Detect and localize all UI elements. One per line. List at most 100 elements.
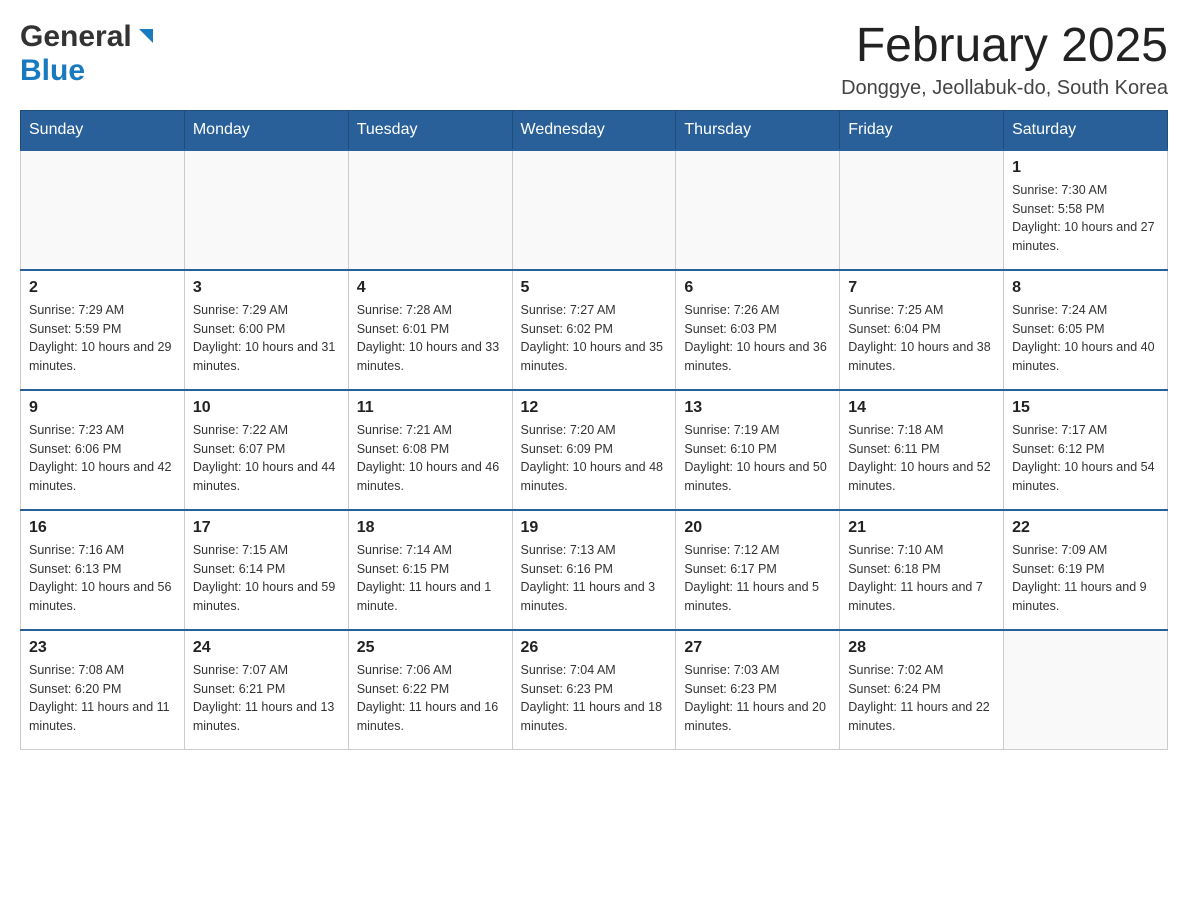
calendar-cell: 15Sunrise: 7:17 AM Sunset: 6:12 PM Dayli… — [1004, 390, 1168, 510]
calendar-header-row: SundayMondayTuesdayWednesdayThursdayFrid… — [21, 110, 1168, 150]
day-number: 6 — [684, 279, 831, 297]
day-number: 11 — [357, 399, 504, 417]
day-info: Sunrise: 7:04 AM Sunset: 6:23 PM Dayligh… — [521, 661, 668, 736]
day-number: 3 — [193, 279, 340, 297]
day-info: Sunrise: 7:14 AM Sunset: 6:15 PM Dayligh… — [357, 541, 504, 616]
calendar-cell: 17 Sunrise: 7:15 AM Sunset: 6:14 PM Dayli… — [184, 510, 348, 630]
calendar-cell: 23Sunrise: 7:08 AM Sunset: 6:20 PM Dayli… — [21, 630, 185, 750]
day-number: 7 — [848, 279, 995, 297]
calendar-cell: 10 Sunrise: 7:22 AM Sunset: 6:07 PM Dayli… — [184, 390, 348, 510]
day-info: Sunrise: 7:19 AM Sunset: 6:10 PM Dayligh… — [684, 421, 831, 496]
column-header-friday: Friday — [840, 110, 1004, 150]
day-info: Sunrise: 7:28 AM Sunset: 6:01 PM Dayligh… — [357, 301, 504, 376]
calendar-cell — [348, 150, 512, 270]
calendar-week-row: 23Sunrise: 7:08 AM Sunset: 6:20 PM Dayli… — [21, 630, 1168, 750]
day-info: Sunrise: 7:29 AM Sunset: 6:00 PM Dayligh… — [193, 301, 340, 376]
day-number: 10 — [193, 399, 340, 417]
page-header: General Blue February 2025 Donggye, Jeol… — [20, 20, 1168, 100]
day-number: 21 — [848, 519, 995, 537]
column-header-wednesday: Wednesday — [512, 110, 676, 150]
calendar-cell — [840, 150, 1004, 270]
day-number: 9 — [29, 399, 176, 417]
day-info: Sunrise: 7:13 AM Sunset: 6:16 PM Dayligh… — [521, 541, 668, 616]
day-info: Sunrise: 7:30 AM Sunset: 5:58 PM Dayligh… — [1012, 181, 1159, 256]
calendar-cell — [184, 150, 348, 270]
calendar-cell — [512, 150, 676, 270]
title-section: February 2025 Donggye, Jeollabuk-do, Sou… — [841, 20, 1168, 100]
day-number: 2 — [29, 279, 176, 297]
logo-general-text: General — [20, 20, 132, 54]
calendar-cell: 20 Sunrise: 7:12 AM Sunset: 6:17 PM Dayli… — [676, 510, 840, 630]
day-info: Sunrise: 7:10 AM Sunset: 6:18 PM Dayligh… — [848, 541, 995, 616]
day-info: Sunrise: 7:07 AM Sunset: 6:21 PM Dayligh… — [193, 661, 340, 736]
calendar-cell — [676, 150, 840, 270]
column-header-thursday: Thursday — [676, 110, 840, 150]
calendar-cell — [1004, 630, 1168, 750]
day-number: 16 — [29, 519, 176, 537]
column-header-tuesday: Tuesday — [348, 110, 512, 150]
logo: General Blue — [20, 20, 157, 88]
calendar-cell: 24 Sunrise: 7:07 AM Sunset: 6:21 PM Dayli… — [184, 630, 348, 750]
day-info: Sunrise: 7:09 AM Sunset: 6:19 PM Dayligh… — [1012, 541, 1159, 616]
column-header-saturday: Saturday — [1004, 110, 1168, 150]
day-number: 5 — [521, 279, 668, 297]
day-info: Sunrise: 7:21 AM Sunset: 6:08 PM Dayligh… — [357, 421, 504, 496]
day-info: Sunrise: 7:20 AM Sunset: 6:09 PM Dayligh… — [521, 421, 668, 496]
location-text: Donggye, Jeollabuk-do, South Korea — [841, 77, 1168, 100]
day-number: 24 — [193, 639, 340, 657]
calendar-cell: 25 Sunrise: 7:06 AM Sunset: 6:22 PM Dayli… — [348, 630, 512, 750]
day-number: 20 — [684, 519, 831, 537]
month-title: February 2025 — [841, 20, 1168, 73]
day-info: Sunrise: 7:17 AM Sunset: 6:12 PM Dayligh… — [1012, 421, 1159, 496]
column-header-sunday: Sunday — [21, 110, 185, 150]
day-number: 4 — [357, 279, 504, 297]
day-info: Sunrise: 7:15 AM Sunset: 6:14 PM Dayligh… — [193, 541, 340, 616]
day-number: 22 — [1012, 519, 1159, 537]
calendar-cell: 9Sunrise: 7:23 AM Sunset: 6:06 PM Daylig… — [21, 390, 185, 510]
day-number: 14 — [848, 399, 995, 417]
column-header-monday: Monday — [184, 110, 348, 150]
day-info: Sunrise: 7:02 AM Sunset: 6:24 PM Dayligh… — [848, 661, 995, 736]
day-number: 13 — [684, 399, 831, 417]
calendar-week-row: 16Sunrise: 7:16 AM Sunset: 6:13 PM Dayli… — [21, 510, 1168, 630]
day-info: Sunrise: 7:26 AM Sunset: 6:03 PM Dayligh… — [684, 301, 831, 376]
calendar-cell: 11 Sunrise: 7:21 AM Sunset: 6:08 PM Dayli… — [348, 390, 512, 510]
day-info: Sunrise: 7:18 AM Sunset: 6:11 PM Dayligh… — [848, 421, 995, 496]
day-info: Sunrise: 7:27 AM Sunset: 6:02 PM Dayligh… — [521, 301, 668, 376]
day-number: 17 — [193, 519, 340, 537]
day-number: 23 — [29, 639, 176, 657]
day-number: 8 — [1012, 279, 1159, 297]
calendar-cell: 7 Sunrise: 7:25 AM Sunset: 6:04 PM Daylig… — [840, 270, 1004, 390]
day-number: 19 — [521, 519, 668, 537]
day-number: 28 — [848, 639, 995, 657]
calendar-cell: 28 Sunrise: 7:02 AM Sunset: 6:24 PM Dayli… — [840, 630, 1004, 750]
day-number: 18 — [357, 519, 504, 537]
calendar-cell: 6 Sunrise: 7:26 AM Sunset: 6:03 PM Daylig… — [676, 270, 840, 390]
calendar-cell: 27 Sunrise: 7:03 AM Sunset: 6:23 PM Dayli… — [676, 630, 840, 750]
calendar-cell: 12 Sunrise: 7:20 AM Sunset: 6:09 PM Dayli… — [512, 390, 676, 510]
calendar-cell: 19 Sunrise: 7:13 AM Sunset: 6:16 PM Dayli… — [512, 510, 676, 630]
calendar-cell: 2Sunrise: 7:29 AM Sunset: 5:59 PM Daylig… — [21, 270, 185, 390]
day-number: 25 — [357, 639, 504, 657]
day-info: Sunrise: 7:06 AM Sunset: 6:22 PM Dayligh… — [357, 661, 504, 736]
calendar-cell — [21, 150, 185, 270]
day-info: Sunrise: 7:24 AM Sunset: 6:05 PM Dayligh… — [1012, 301, 1159, 376]
calendar-week-row: 1 Sunrise: 7:30 AM Sunset: 5:58 PM Daylig… — [21, 150, 1168, 270]
day-info: Sunrise: 7:22 AM Sunset: 6:07 PM Dayligh… — [193, 421, 340, 496]
day-number: 27 — [684, 639, 831, 657]
calendar-week-row: 9Sunrise: 7:23 AM Sunset: 6:06 PM Daylig… — [21, 390, 1168, 510]
day-number: 26 — [521, 639, 668, 657]
calendar-cell: 22 Sunrise: 7:09 AM Sunset: 6:19 PM Dayli… — [1004, 510, 1168, 630]
day-number: 1 — [1012, 159, 1159, 177]
calendar-cell: 14 Sunrise: 7:18 AM Sunset: 6:11 PM Dayli… — [840, 390, 1004, 510]
logo-blue-text: Blue — [20, 54, 85, 88]
logo-triangle-icon — [135, 25, 157, 47]
day-number: 12 — [521, 399, 668, 417]
calendar-cell: 5 Sunrise: 7:27 AM Sunset: 6:02 PM Daylig… — [512, 270, 676, 390]
day-info: Sunrise: 7:25 AM Sunset: 6:04 PM Dayligh… — [848, 301, 995, 376]
day-info: Sunrise: 7:03 AM Sunset: 6:23 PM Dayligh… — [684, 661, 831, 736]
calendar-cell: 18 Sunrise: 7:14 AM Sunset: 6:15 PM Dayli… — [348, 510, 512, 630]
day-info: Sunrise: 7:12 AM Sunset: 6:17 PM Dayligh… — [684, 541, 831, 616]
calendar-table: SundayMondayTuesdayWednesdayThursdayFrid… — [20, 110, 1168, 751]
calendar-cell: 8 Sunrise: 7:24 AM Sunset: 6:05 PM Daylig… — [1004, 270, 1168, 390]
